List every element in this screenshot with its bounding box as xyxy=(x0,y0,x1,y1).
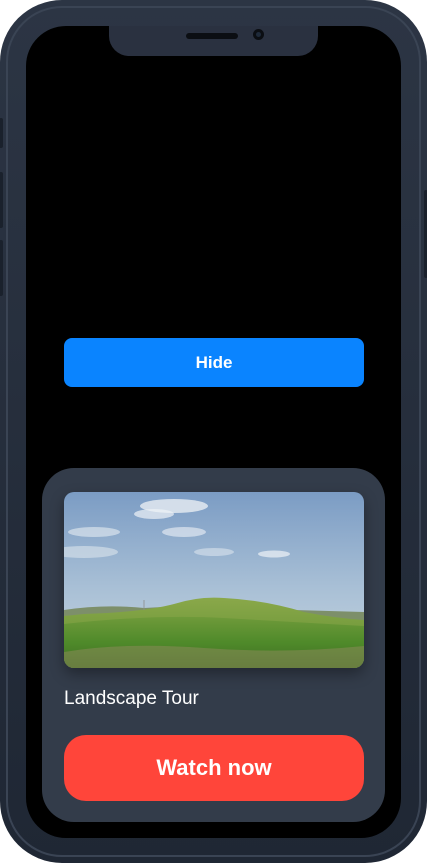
volume-up-button xyxy=(0,172,3,228)
video-card-sheet: Landscape Tour Watch now xyxy=(42,468,385,822)
speaker-grille xyxy=(186,33,238,39)
mute-switch xyxy=(0,118,3,148)
front-camera-icon xyxy=(253,29,264,40)
device-screen: Hide Landscape Tour Watch now xyxy=(26,26,401,838)
landscape-image xyxy=(64,492,364,668)
card-title: Landscape Tour xyxy=(64,688,199,709)
landscape-thumbnail[interactable] xyxy=(64,492,364,668)
notch xyxy=(109,26,318,56)
volume-down-button xyxy=(0,240,3,296)
watch-now-button[interactable]: Watch now xyxy=(64,735,364,801)
device-frame: Hide Landscape Tour Watch now xyxy=(0,0,427,863)
hide-button[interactable]: Hide xyxy=(64,338,364,387)
